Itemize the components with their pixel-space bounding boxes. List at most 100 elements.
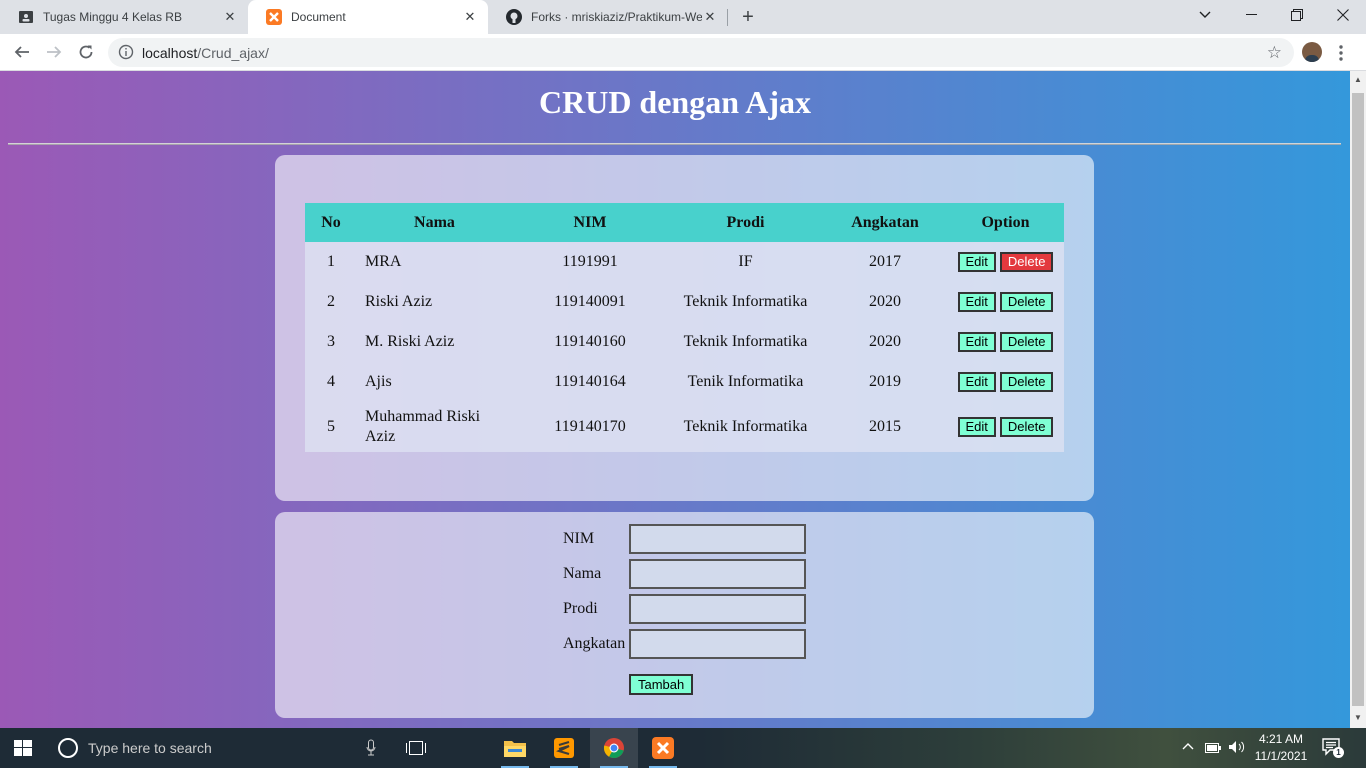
close-window-button[interactable] [1320,0,1366,30]
table-header-row: No Nama NIM Prodi Angkatan Option [305,203,1064,242]
close-tab-icon[interactable]: ✕ [702,9,718,25]
student-table: No Nama NIM Prodi Angkatan Option 1 MRA … [305,203,1064,452]
chrome-icon[interactable] [590,728,638,768]
edit-button[interactable]: Edit [957,417,996,437]
scroll-down-icon[interactable]: ▼ [1354,713,1362,722]
header-no: No [321,213,341,231]
url-text: localhost/Crud_ajax/ [142,45,269,61]
profile-avatar[interactable] [1302,42,1322,62]
bookmark-star-icon[interactable]: ☆ [1267,43,1282,63]
header-nama: Nama [414,213,455,231]
chevron-up-icon[interactable] [1182,739,1194,753]
clock-date: 11/1/2021 [1254,749,1308,763]
title-divider [8,143,1341,145]
table-card: No Nama NIM Prodi Angkatan Option 1 MRA … [275,155,1094,501]
cell-angkatan: 2015 [869,418,901,435]
delete-button[interactable]: Delete [999,332,1054,352]
table-row: 5 Muhammad Riski Aziz 119140170 Teknik I… [305,402,1064,452]
tambah-button[interactable]: Tambah [629,674,694,695]
page-scrollbar[interactable]: ▲ ▼ [1350,71,1366,728]
cell-angkatan: 2019 [869,373,901,390]
volume-icon[interactable] [1228,740,1246,757]
restore-button[interactable] [1274,0,1320,30]
table-row: 3 M. Riski Aziz 119140160 Teknik Informa… [305,322,1064,362]
tab-search-chevron-icon[interactable] [1182,0,1228,30]
header-nim: NIM [573,213,607,231]
cell-no: 3 [327,333,335,350]
tab-title: Document [291,10,346,24]
cell-nim: 119140164 [554,373,626,390]
sublime-text-icon[interactable] [540,728,588,768]
angkatan-input[interactable] [629,629,806,659]
forward-button[interactable] [40,38,68,66]
edit-button[interactable]: Edit [957,372,996,392]
cell-prodi: Tenik Informatika [687,373,804,390]
task-view-icon[interactable] [392,728,440,768]
cell-nim: 1191991 [562,253,618,270]
taskbar-clock[interactable]: 4:21 AM 11/1/2021 [1250,731,1312,765]
tab-document[interactable]: Document ✕ [248,0,488,34]
tab-separator [727,9,728,26]
edit-button[interactable]: Edit [957,332,996,352]
edit-button[interactable]: Edit [957,292,996,312]
classroom-icon [18,9,34,25]
tab-classroom[interactable]: Tugas Minggu 4 Kelas RB ✕ [0,0,248,34]
url-path: /Crud_ajax/ [197,45,269,61]
header-option: Option [981,213,1030,231]
page-viewport: CRUD dengan Ajax No Nama NIM Prodi Angka… [0,71,1350,728]
nama-input[interactable] [629,559,806,589]
edit-button[interactable]: Edit [957,252,996,272]
clock-time: 4:21 AM [1258,732,1304,746]
cell-option: Edit Delete [947,362,1064,402]
kebab-menu-icon[interactable] [1336,43,1346,63]
notification-badge: 1 [1333,747,1344,758]
prodi-label: Prodi [563,600,598,617]
battery-icon[interactable] [1205,742,1221,756]
table-row: 1 MRA 1191991 IF 2017 Edit Delete [305,242,1064,282]
cell-prodi: IF [738,253,753,270]
header-angkatan: Angkatan [851,213,919,231]
cell-no: 5 [327,418,335,435]
delete-button[interactable]: Delete [999,292,1054,312]
browser-tab-bar: Tugas Minggu 4 Kelas RB ✕ Document ✕ For… [0,0,1366,34]
cell-nama: Muhammad Riski Aziz [365,408,481,445]
info-icon[interactable] [118,44,135,61]
search-placeholder: Type here to search [88,740,212,756]
nim-input[interactable] [629,524,806,554]
cell-prodi: Teknik Informatika [683,293,808,310]
header-prodi: Prodi [726,213,765,231]
browser-toolbar: localhost/Crud_ajax/ ☆ [0,34,1366,71]
tab-github[interactable]: Forks · mriskiaziz/Praktikum-Web ✕ [488,0,728,34]
xampp-taskbar-icon[interactable] [639,728,687,768]
scrollbar-thumb[interactable] [1352,93,1364,706]
delete-button[interactable]: Delete [999,417,1054,437]
file-explorer-icon[interactable] [491,728,539,768]
back-button[interactable] [8,38,36,66]
delete-button[interactable]: Delete [999,372,1054,392]
close-tab-icon[interactable]: ✕ [462,9,478,25]
tab-title: Tugas Minggu 4 Kelas RB [43,10,182,24]
notification-center-icon[interactable]: 1 [1322,738,1344,760]
windows-start-icon[interactable] [14,740,32,756]
xampp-icon [266,9,282,25]
new-tab-button[interactable]: + [736,5,760,29]
cell-nama: Riski Aziz [365,293,433,310]
cell-option: Edit Delete [947,242,1064,282]
microphone-icon[interactable] [366,739,376,757]
reload-button[interactable] [72,38,100,66]
angkatan-label: Angkatan [563,635,626,652]
cell-option: Edit Delete [947,402,1064,452]
page-title: CRUD dengan Ajax [538,84,812,120]
address-bar[interactable]: localhost/Crud_ajax/ ☆ [108,38,1294,67]
minimize-button[interactable] [1228,0,1274,30]
scroll-up-icon[interactable]: ▲ [1354,75,1362,84]
url-host: localhost [142,45,198,61]
taskbar-search-box[interactable]: Type here to search [48,728,394,768]
close-tab-icon[interactable]: ✕ [222,9,238,25]
cell-angkatan: 2017 [869,253,901,270]
delete-button[interactable]: Delete [999,252,1054,272]
nim-label: NIM [563,530,595,547]
prodi-input[interactable] [629,594,806,624]
cell-nim: 119140091 [554,293,626,310]
form-card: NIM Nama Prodi Angkatan Tambah [275,512,1094,718]
